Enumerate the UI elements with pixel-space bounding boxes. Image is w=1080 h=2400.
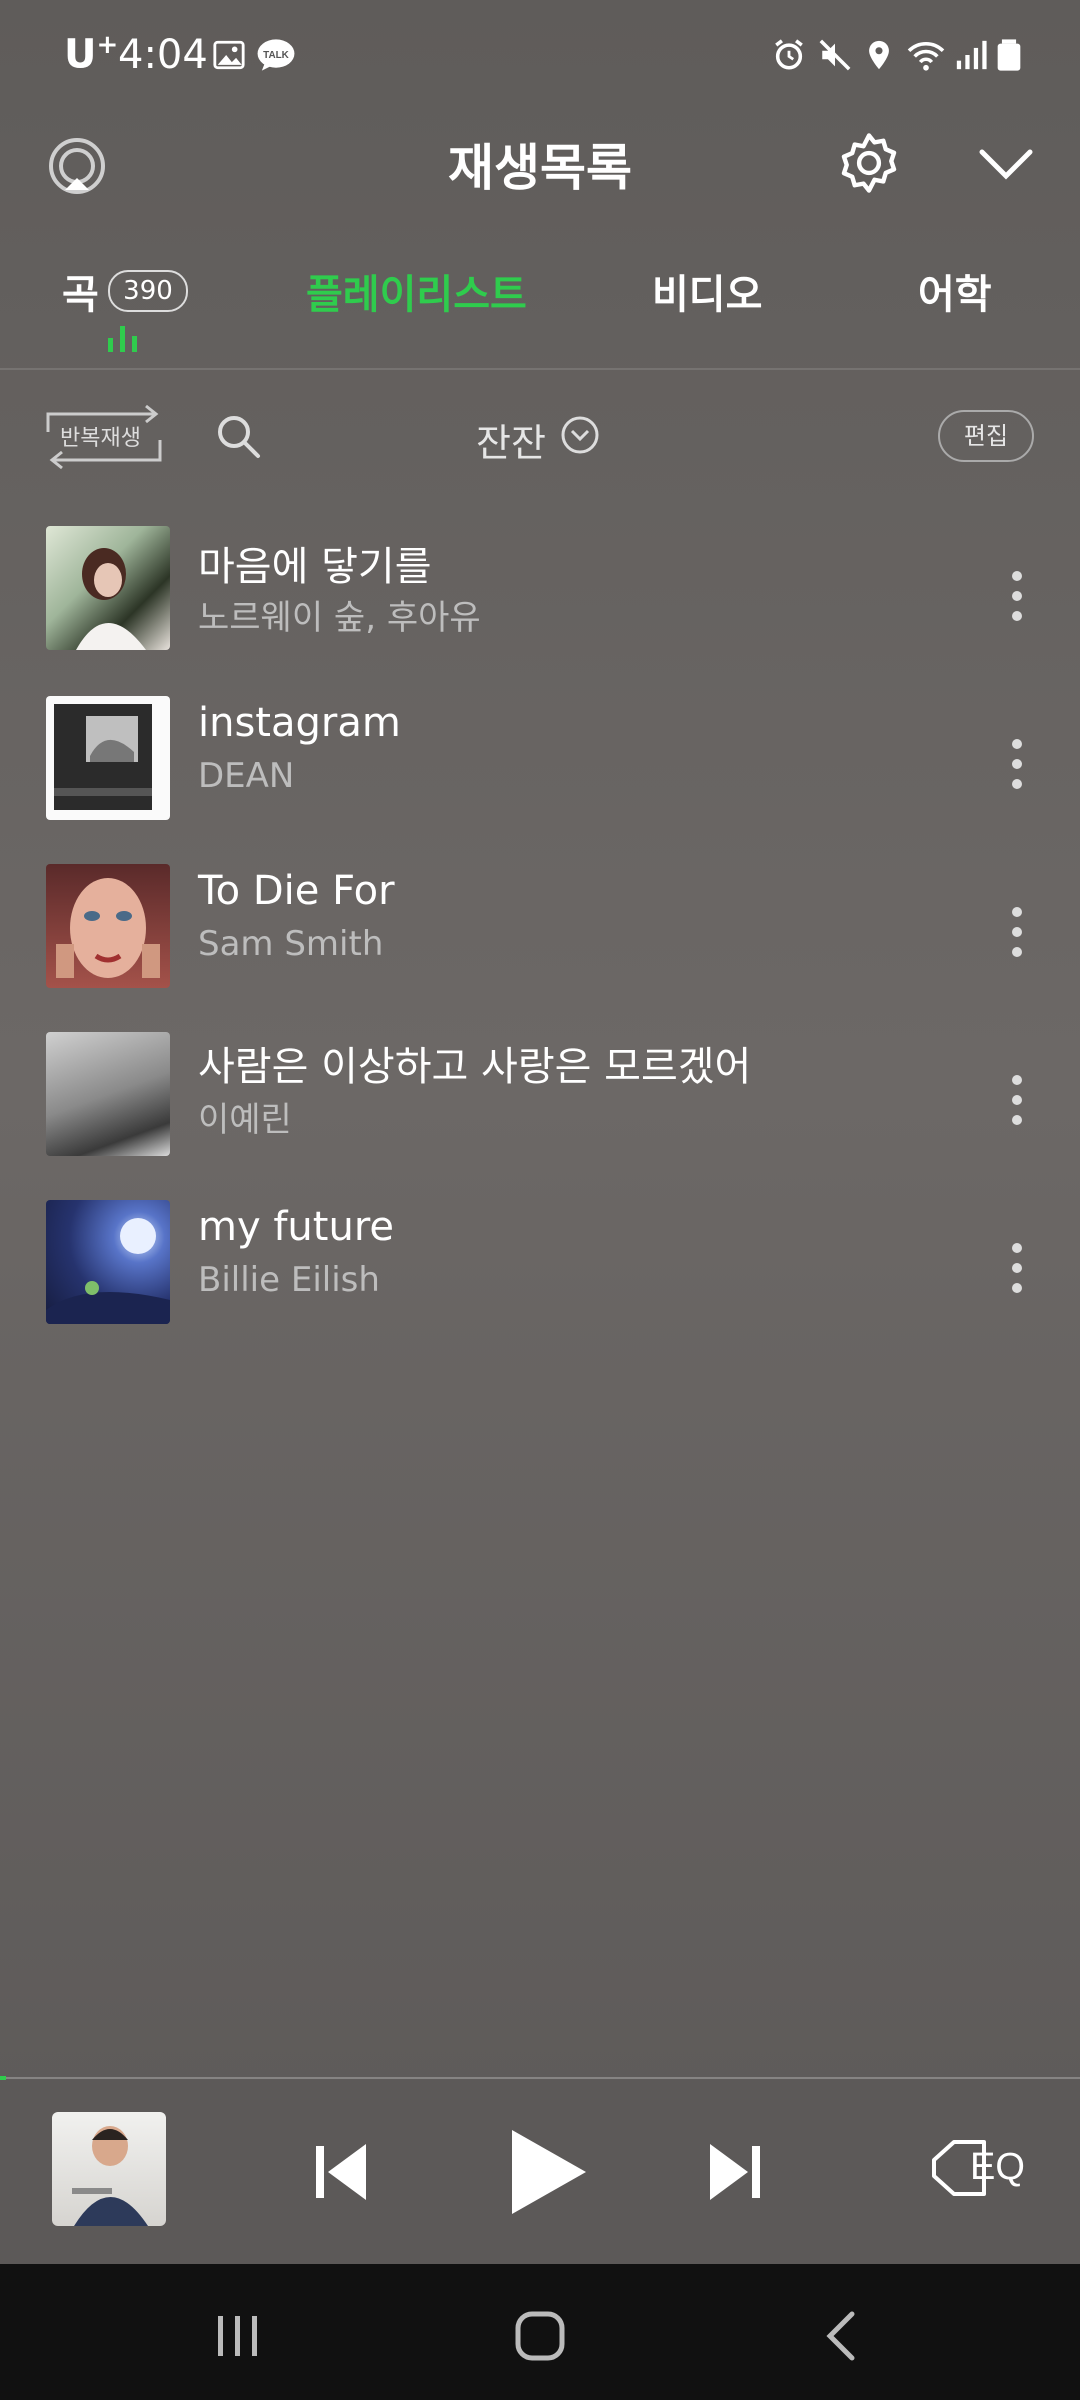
tab-video[interactable]: 비디오 [652, 262, 762, 320]
search-icon[interactable] [214, 412, 262, 460]
progress-fill [0, 2076, 6, 2080]
album-art [46, 696, 170, 820]
tab-language[interactable]: 어학 [918, 262, 992, 320]
more-options-icon[interactable] [1010, 568, 1024, 624]
alarm-icon [775, 39, 803, 70]
play-icon[interactable] [502, 2124, 592, 2220]
repeat-label: 반복재생 [60, 426, 141, 451]
now-playing-bars-icon [108, 326, 137, 352]
track-row[interactable]: To Die For Sam Smith [0, 842, 1080, 1010]
album-art [46, 864, 170, 988]
gallery-icon [213, 40, 245, 70]
repeat-button[interactable]: 반복재생 [42, 402, 166, 470]
mute-icon [819, 39, 851, 71]
back-icon[interactable] [812, 2310, 872, 2362]
settings-icon[interactable] [836, 130, 902, 196]
track-title: my future [198, 1204, 394, 1250]
track-artist: 이예린 [198, 1100, 292, 1140]
chevron-down-circle-icon[interactable] [560, 415, 600, 455]
page-title: 재생목록 [448, 139, 632, 197]
location-icon [869, 40, 889, 70]
song-count-badge: 390 [108, 270, 188, 312]
status-bar: U+ 4:04 TALK [0, 0, 1080, 110]
track-title: 사람은 이상하고 사랑은 모르겠어 [198, 1044, 752, 1090]
now-playing-album-art[interactable] [52, 2112, 166, 2226]
album-art [46, 1032, 170, 1156]
track-row[interactable]: 마음에 닿기를 노르웨이 숲, 후아유 [0, 506, 1080, 674]
progress-track[interactable] [0, 2077, 1080, 2079]
track-artist: Sam Smith [198, 924, 384, 964]
track-row[interactable]: instagram DEAN [0, 674, 1080, 842]
divider [0, 368, 1080, 370]
previous-track-icon[interactable] [300, 2132, 380, 2212]
status-time: 4:04 [118, 32, 208, 78]
track-title: To Die For [198, 868, 395, 914]
more-options-icon[interactable] [1010, 736, 1024, 792]
more-options-icon[interactable] [1010, 1240, 1024, 1296]
tab-songs[interactable]: 곡 [62, 262, 99, 320]
playlist-name[interactable]: 잔잔 [476, 412, 546, 467]
signal-icon [956, 40, 987, 70]
eq-label: EQ [970, 2146, 1025, 2188]
kakaotalk-icon: TALK [257, 39, 295, 71]
track-row[interactable]: 사람은 이상하고 사랑은 모르겠어 이예린 [0, 1010, 1080, 1178]
tab-playlist[interactable]: 플레이리스트 [306, 262, 527, 320]
track-title: instagram [198, 700, 401, 746]
wifi-icon [907, 41, 945, 71]
more-options-icon[interactable] [1010, 904, 1024, 960]
album-art [46, 526, 170, 650]
carrier-label: U+ [64, 30, 119, 78]
home-icon[interactable] [510, 2310, 570, 2362]
collapse-chevron-icon[interactable] [976, 144, 1036, 184]
next-track-icon[interactable] [696, 2132, 776, 2212]
recent-apps-icon[interactable] [208, 2310, 268, 2362]
track-artist: 노르웨이 숲, 후아유 [198, 598, 481, 638]
equalizer-button[interactable]: EQ [930, 2136, 1030, 2200]
edit-button[interactable]: 편집 [938, 410, 1034, 462]
more-options-icon[interactable] [1010, 1072, 1024, 1128]
track-title: 마음에 닿기를 [198, 544, 432, 590]
battery-icon [997, 39, 1021, 71]
track-artist: Billie Eilish [198, 1260, 380, 1300]
track-row[interactable]: my future Billie Eilish [0, 1178, 1080, 1346]
album-art [46, 1200, 170, 1324]
svg-text:TALK: TALK [263, 50, 290, 61]
track-artist: DEAN [198, 756, 295, 796]
